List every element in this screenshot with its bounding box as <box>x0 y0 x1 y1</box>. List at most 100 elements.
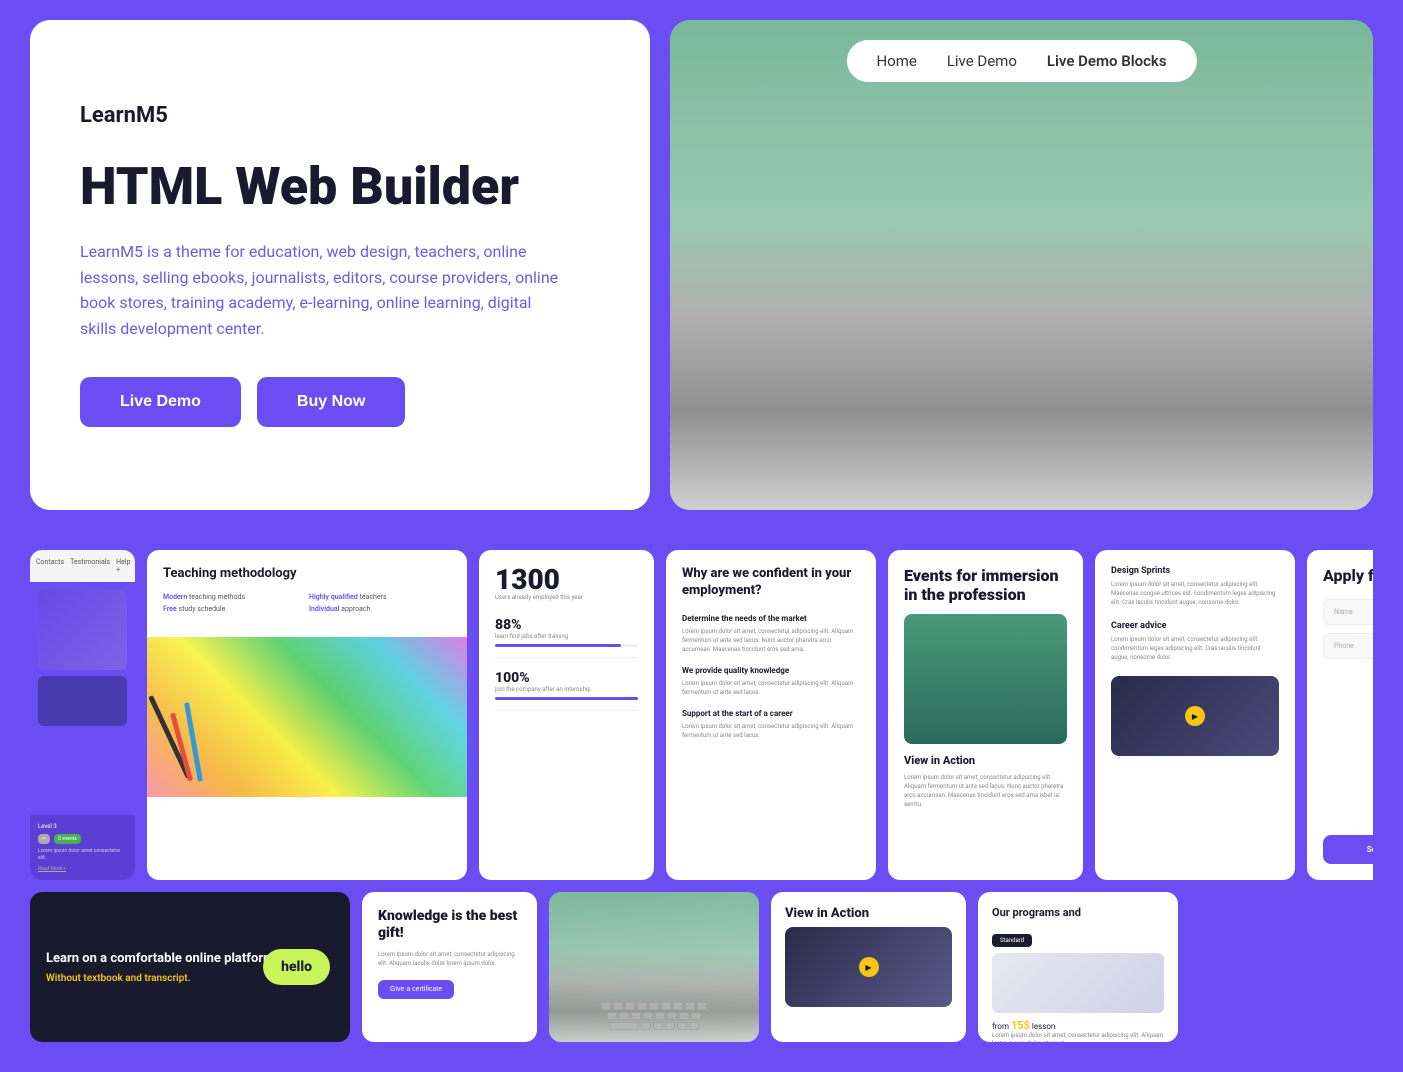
view-action-title: View in Action <box>785 906 952 921</box>
blocks-section: Contacts Testimonials Help + Level 3 ✏ 0… <box>0 540 1403 1072</box>
program-price: from 15$ lesson <box>992 1019 1164 1032</box>
feature-modern: Modern teaching methods <box>163 593 305 601</box>
confident-item-2: We provide quality knowledge Lorem ipsum… <box>682 666 860 697</box>
blocks-grid-row1: Contacts Testimonials Help + Level 3 ✏ 0… <box>30 550 1373 880</box>
event-badges: ✏ 0 events <box>38 834 127 844</box>
program-badge: Standard <box>992 934 1032 947</box>
keyboard-visual <box>559 1002 749 1032</box>
tab-help[interactable]: Help + <box>116 558 130 574</box>
blocks-grid-row2: Learn on a comfortable online platform. … <box>30 892 1373 1042</box>
design-sprints-title: Design Sprints <box>1111 566 1279 576</box>
nav-live-demo-blocks[interactable]: Live Demo Blocks <box>1047 52 1167 70</box>
block-events: Events for immersion in the profession V… <box>888 550 1083 880</box>
confident-item-text-2: Lorem ipsum dolor sit amet, consectetur … <box>682 679 860 697</box>
teaching-top: Teaching methodology Modern teaching met… <box>147 550 467 637</box>
stat-percent-1: 88% <box>495 617 638 633</box>
confident-item-title-1: Determine the needs of the market <box>682 614 860 623</box>
block-knowledge: Knowledge is the best gift! Lorem ipsum … <box>362 892 537 1042</box>
stat-bar-1 <box>495 644 638 647</box>
design-sprints-text: Lorem ipsum dolor sit amet, consectetur … <box>1111 580 1279 607</box>
stats-subtitle: Users already employed this year <box>495 594 638 601</box>
hero-section: LearnM5 HTML Web Builder LearnM5 is a th… <box>0 0 1403 540</box>
hero-right-panel: Home Live Demo Live Demo Blocks <box>670 20 1373 510</box>
events-title: Events for immersion in the profession <box>904 566 1067 604</box>
confident-item-text-1: Lorem ipsum dolor sit amet, consectetur … <box>682 627 860 654</box>
hero-buttons: Live Demo Buy Now <box>80 377 600 427</box>
confident-item-title-2: We provide quality knowledge <box>682 666 860 675</box>
teaching-features: Modern teaching methods Highly qualified… <box>163 593 451 613</box>
hero-description: LearnM5 is a theme for education, web de… <box>80 239 560 341</box>
phone-field[interactable]: Phone <box>1323 633 1373 659</box>
hero-left-panel: LearnM5 HTML Web Builder LearnM5 is a th… <box>30 20 650 510</box>
tab-contacts[interactable]: Contacts <box>36 558 64 574</box>
events-image <box>904 614 1067 744</box>
online-main-text: Learn on a comfortable online platform. <box>46 950 278 968</box>
design-item-1: Design Sprints Lorem ipsum dolor sit ame… <box>1111 566 1279 607</box>
program-description: Lorem ipsum dolor sit amet, consectetur … <box>992 1032 1164 1042</box>
buy-now-button[interactable]: Buy Now <box>257 377 405 427</box>
level-badge: Level 3 <box>38 823 127 830</box>
stat-bar-2 <box>495 697 638 700</box>
certificate-button[interactable]: Give a certificate <box>378 980 454 999</box>
edit-badge: ✏ <box>38 834 50 844</box>
block-programs: Our programs and Standard from 15$ lesso… <box>978 892 1178 1042</box>
block-online-platform: Learn on a comfortable online platform. … <box>30 892 350 1042</box>
laptop-background <box>670 20 1373 510</box>
hero-navigation: Home Live Demo Live Demo Blocks <box>846 40 1196 82</box>
block-sidebar-app: Contacts Testimonials Help + Level 3 ✏ 0… <box>30 550 135 880</box>
block-stats: 1300 Users already employed this year 88… <box>479 550 654 880</box>
confident-item-1: Determine the needs of the market Lorem … <box>682 614 860 654</box>
tab-testimonials[interactable]: Testimonials <box>70 558 110 574</box>
feature-free: Free study schedule <box>163 605 305 613</box>
knowledge-text: Lorem ipsum dolor sit amet, consectetur … <box>378 950 521 968</box>
block-design-sprints: Design Sprints Lorem ipsum dolor sit ame… <box>1095 550 1295 880</box>
view-in-action-desc: Lorem ipsum dolor sit amet, consectetur … <box>904 773 1067 809</box>
confident-title: Why are we confident in your employment? <box>682 566 860 600</box>
feature-individual: Individual approach <box>309 605 451 613</box>
sidebar-text: Lorem ipsum dolor amet consectetur elit. <box>38 848 127 862</box>
block-teaching-methodology: Teaching methodology Modern teaching met… <box>147 550 467 880</box>
events-badge: 0 events <box>54 834 81 844</box>
teaching-title: Teaching methodology <box>163 566 451 581</box>
video-thumbnail[interactable]: ▶ <box>785 927 952 1007</box>
stat-percent-2: 100% <box>495 670 638 686</box>
hero-title: HTML Web Builder <box>80 158 600 215</box>
career-advice-text: Lorem ipsum dolor sit amet, consectetur … <box>1111 635 1279 662</box>
live-demo-button[interactable]: Live Demo <box>80 377 241 427</box>
stat-row-2: 100% join the company after an internshi… <box>495 670 638 711</box>
program-thumbnail <box>992 953 1164 1013</box>
confident-item-3: Support at the start of a career Lorem i… <box>682 709 860 740</box>
design-item-2: Career advice Lorem ipsum dolor sit amet… <box>1111 621 1279 662</box>
online-text: Learn on a comfortable online platform. … <box>46 950 278 983</box>
play-button[interactable]: ▶ <box>859 957 879 977</box>
stats-number: 1300 <box>495 566 638 594</box>
hello-badge: hello <box>263 949 330 985</box>
logo: LearnM5 <box>80 103 600 128</box>
programs-title: Our programs and <box>992 906 1164 919</box>
nav-live-demo[interactable]: Live Demo <box>947 52 1017 70</box>
read-more-link[interactable]: Read More + <box>38 866 127 872</box>
confident-item-text-3: Lorem ipsum dolor sit amet, consectetur … <box>682 722 860 740</box>
nav-home[interactable]: Home <box>876 52 916 70</box>
hero-image <box>670 20 1373 510</box>
stat-fill-1 <box>495 644 621 647</box>
stat-label-2: join the company after an internship <box>495 686 638 693</box>
pencils-visual <box>147 637 467 797</box>
name-field[interactable]: Name <box>1323 599 1373 625</box>
view-in-action-title: View in Action <box>904 754 1067 767</box>
send-application-button[interactable]: Send an application <box>1323 835 1373 864</box>
block-laptop-image <box>549 892 759 1042</box>
block-view-action: View in Action ▶ <box>771 892 966 1042</box>
sidebar-content: Level 3 ✏ 0 events Lorem ipsum dolor ame… <box>30 582 135 880</box>
sidebar-info: Level 3 ✏ 0 events Lorem ipsum dolor ame… <box>30 815 135 880</box>
stat-fill-2 <box>495 697 638 700</box>
block-apply-study: Apply for study Name Phone Send an appli… <box>1307 550 1373 880</box>
sidebar-tabs: Contacts Testimonials Help + <box>30 550 135 582</box>
block-confident: Why are we confident in your employment?… <box>666 550 876 880</box>
knowledge-title: Knowledge is the best gift! <box>378 908 521 942</box>
career-advice-title: Career advice <box>1111 621 1279 631</box>
stat-row-1: 88% learn find jobs after training <box>495 617 638 658</box>
online-sub-text: Without textbook and transcript. <box>46 973 278 984</box>
apply-title: Apply for study <box>1323 566 1373 585</box>
feature-qualified: Highly qualified teachers <box>309 593 451 601</box>
